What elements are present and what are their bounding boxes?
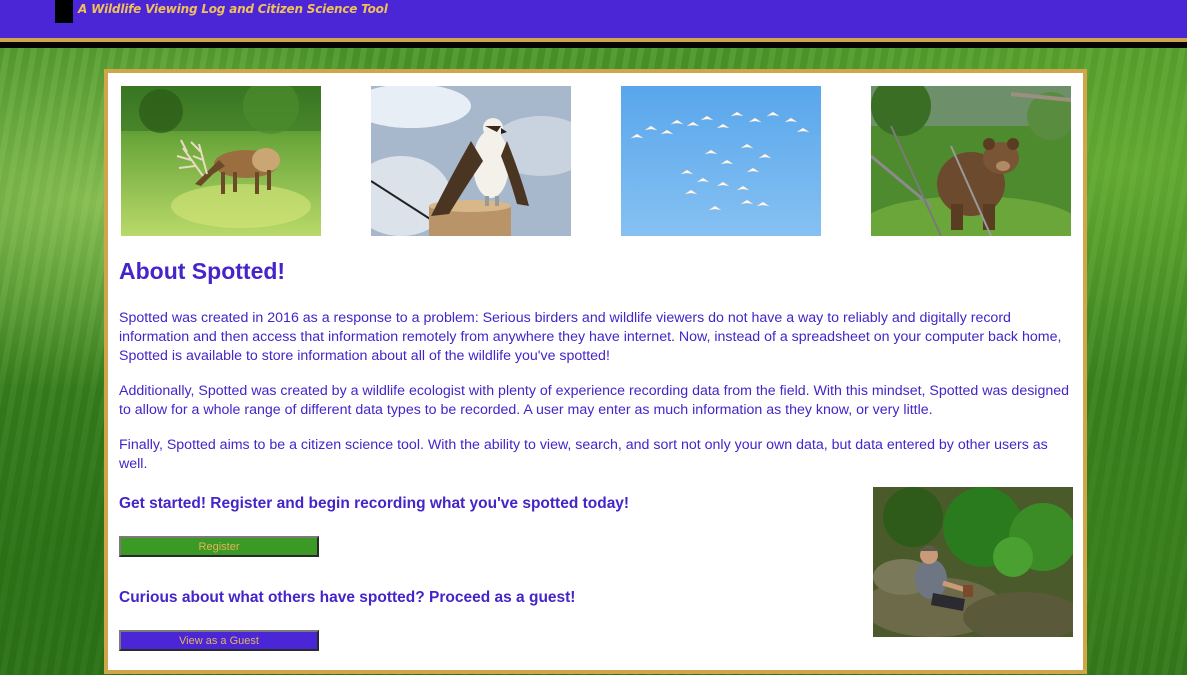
site-logo[interactable] <box>55 0 73 23</box>
about-paragraph-2: Additionally, Spotted was created by a w… <box>119 383 1070 418</box>
content-panel: About Spotted! Spotted was created in 20… <box>104 69 1087 674</box>
guest-heading: Curious about what others have spotted? … <box>119 589 576 606</box>
bear-photo <box>871 86 1071 236</box>
about-paragraph-3: Finally, Spotted aims to be a citizen sc… <box>119 437 1048 472</box>
view-as-guest-button[interactable]: View as a Guest <box>119 630 319 651</box>
birds-photo <box>621 86 821 236</box>
about-paragraph-1: Spotted was created in 2016 as a respons… <box>119 310 1062 364</box>
site-tagline: A Wildlife Viewing Log and Citizen Scien… <box>78 2 388 16</box>
header-black-divider <box>0 42 1187 48</box>
register-heading: Get started! Register and begin recordin… <box>119 495 630 512</box>
elk-photo <box>121 86 321 236</box>
osprey-photo <box>371 86 571 236</box>
site-header: A Wildlife Viewing Log and Citizen Scien… <box>0 0 1187 38</box>
page-title: About Spotted! <box>119 258 286 284</box>
register-button[interactable]: Register <box>119 536 319 557</box>
field-researcher-photo <box>873 487 1073 637</box>
